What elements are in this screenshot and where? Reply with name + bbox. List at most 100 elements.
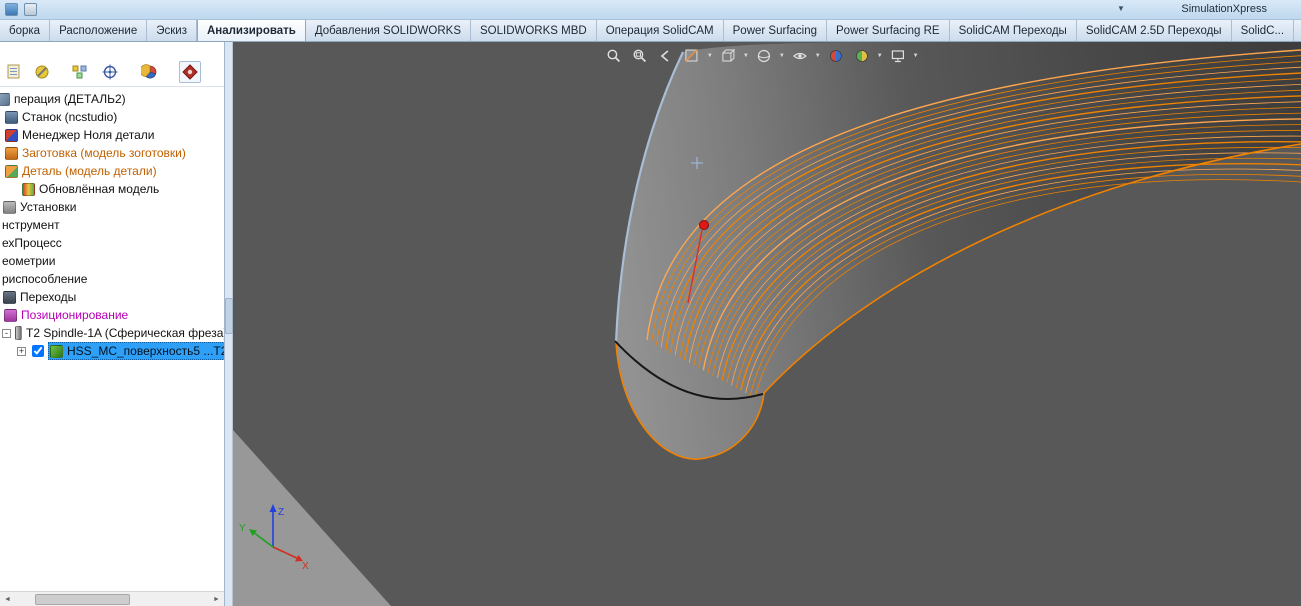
blade-surface[interactable] xyxy=(616,42,1301,460)
viewport-3d[interactable]: Z X Y ▼ ▼ ▼ ▼ ▼ ▼ xyxy=(233,42,1301,606)
tree-item-stock[interactable]: Заготовка (модель зоготовки) xyxy=(0,144,224,162)
dropdown-caret-icon[interactable]: ▼ xyxy=(815,53,821,59)
chevron-down-icon[interactable]: ▼ xyxy=(1117,4,1125,13)
tree-item-techprocess[interactable]: ехПроцесс xyxy=(0,234,224,252)
panel-splitter[interactable] xyxy=(225,42,233,606)
tree-item-label: еометрии xyxy=(2,254,56,268)
tab-truncated-2[interactable]: Sol... xyxy=(1294,20,1301,41)
tool-position-marker[interactable] xyxy=(699,220,709,230)
dropdown-caret-icon[interactable]: ▼ xyxy=(779,53,785,59)
splitter-handle[interactable] xyxy=(225,298,233,334)
scrollbar-track[interactable] xyxy=(15,593,209,606)
featuremanager-tree-icon[interactable] xyxy=(3,61,25,83)
tree-item-updated-model[interactable]: Обновлённая модель xyxy=(0,180,224,198)
tree-item-label: перация (ДЕТАЛЬ2) xyxy=(14,92,126,106)
tab-solidworks-addins[interactable]: Добавления SOLIDWORKS xyxy=(306,20,471,41)
tree-item-spindle-tool[interactable]: - T2 Spindle-1A (Сферическая фреза) xyxy=(0,324,224,342)
section-view-icon[interactable] xyxy=(683,47,701,65)
solidcam-operations-tree: перация (ДЕТАЛЬ2) Станок (ncstudio) Мене… xyxy=(0,87,224,360)
tree-item-label: нструмент xyxy=(2,218,60,232)
taskpane-simulationxpress-label: SimulationXpress xyxy=(1181,3,1267,15)
zoom-area-icon[interactable] xyxy=(631,47,649,65)
tree-item-label: HSS_MC_поверхность5 ...T2 xyxy=(67,344,225,358)
display-style-icon[interactable] xyxy=(755,47,773,65)
edit-appearance-icon[interactable] xyxy=(827,47,845,65)
part-zero-icon xyxy=(5,128,18,142)
tab-solidcam-operation[interactable]: Операция SolidCAM xyxy=(597,20,724,41)
table-corner-surface xyxy=(233,430,391,606)
tree-item-tooling[interactable]: нструмент xyxy=(0,216,224,234)
tree-item-transitions[interactable]: Переходы xyxy=(0,288,224,306)
tree-item-label: Менеджер Ноля детали xyxy=(22,128,155,142)
tab-truncated-1[interactable]: SolidC... xyxy=(1232,20,1295,41)
tab-power-surfacing-re[interactable]: Power Surfacing RE xyxy=(827,20,950,41)
tab-sketch[interactable]: Эскиз xyxy=(147,20,197,41)
view-settings-icon[interactable] xyxy=(889,47,907,65)
tab-power-surfacing[interactable]: Power Surfacing xyxy=(724,20,828,41)
tree-item-label: Позиционирование xyxy=(21,308,129,322)
dropdown-caret-icon[interactable]: ▼ xyxy=(913,53,919,59)
dropdown-caret-icon[interactable]: ▼ xyxy=(743,53,749,59)
view-orientation-icon[interactable] xyxy=(719,47,737,65)
expand-icon[interactable]: + xyxy=(17,346,26,356)
tab-solidworks-mbd[interactable]: SOLIDWORKS MBD xyxy=(471,20,597,41)
feature-manager-panel: перация (ДЕТАЛЬ2) Станок (ncstudio) Мене… xyxy=(0,42,225,606)
tree-item-label: Станок (ncstudio) xyxy=(22,110,118,124)
tab-solidcam-transitions[interactable]: SolidCAM Переходы xyxy=(950,20,1077,41)
tree-item-label: Установки xyxy=(20,200,77,214)
previous-view-icon[interactable] xyxy=(657,47,675,65)
manager-tabs-toolbar xyxy=(0,58,224,87)
tool-icon xyxy=(15,326,22,340)
tree-item-positioning[interactable]: Позиционирование xyxy=(0,306,224,324)
tab-evaluate[interactable]: Анализировать xyxy=(196,20,306,41)
transitions-icon xyxy=(3,290,16,304)
scrollbar-thumb[interactable] xyxy=(35,593,130,605)
tree-item-setups[interactable]: Установки xyxy=(0,198,224,216)
tree-item-label: T2 Spindle-1A (Сферическая фреза) xyxy=(26,326,225,340)
hss-operation-icon xyxy=(50,344,63,358)
triad-z-label: Z xyxy=(278,507,284,518)
tree-item-operation[interactable]: перация (ДЕТАЛЬ2) xyxy=(0,90,224,108)
stock-model-icon xyxy=(5,146,18,160)
tree-item-fixture[interactable]: риспособление xyxy=(0,270,224,288)
propertymanager-icon[interactable] xyxy=(31,61,53,83)
toolbar-mini-icon xyxy=(24,3,37,16)
app-logo-icon xyxy=(5,3,18,16)
tree-item-label: Обновлённая модель xyxy=(39,182,160,196)
collapse-icon[interactable]: - xyxy=(2,328,11,338)
selected-operation[interactable]: HSS_MC_поверхность5 ...T2 xyxy=(48,342,225,360)
target-model-icon xyxy=(5,164,18,178)
window-title-bar: ▼ SimulationXpress xyxy=(0,0,1301,20)
solidcam-manager-icon[interactable] xyxy=(179,61,201,83)
setups-icon xyxy=(3,200,16,214)
tree-item-label: ехПроцесс xyxy=(2,236,62,250)
hide-show-items-icon[interactable] xyxy=(791,47,809,65)
apply-scene-icon[interactable] xyxy=(853,47,871,65)
configurationmanager-icon[interactable] xyxy=(69,61,91,83)
triad-x-label: X xyxy=(302,561,309,572)
positioning-icon xyxy=(4,308,17,322)
tree-item-machine[interactable]: Станок (ncstudio) xyxy=(0,108,224,126)
dropdown-caret-icon[interactable]: ▼ xyxy=(707,53,713,59)
zoom-fit-icon[interactable] xyxy=(605,47,623,65)
tree-item-zero-manager[interactable]: Менеджер Ноля детали xyxy=(0,126,224,144)
scroll-left-icon[interactable]: ◄ xyxy=(0,593,15,606)
tree-item-geometries[interactable]: еометрии xyxy=(0,252,224,270)
tab-assembly[interactable]: борка xyxy=(0,20,51,41)
scroll-right-icon[interactable]: ► xyxy=(209,593,224,606)
operation-checkbox[interactable] xyxy=(32,345,44,357)
ribbon-tab-bar: борка Расположение Эскиз Анализировать Д… xyxy=(0,20,1301,42)
updated-model-icon xyxy=(22,182,35,196)
displaymanager-icon[interactable] xyxy=(139,61,161,83)
tab-layout[interactable]: Расположение xyxy=(50,20,148,41)
dropdown-caret-icon[interactable]: ▼ xyxy=(877,53,883,59)
operation-icon xyxy=(0,92,10,106)
dimxpertmanager-icon[interactable] xyxy=(99,61,121,83)
tab-solidcam-25d[interactable]: SolidCAM 2.5D Переходы xyxy=(1077,20,1232,41)
tree-item-label: риспособление xyxy=(2,272,88,286)
tree-item-operation-surface[interactable]: + HSS_MC_поверхность5 ...T2 xyxy=(0,342,224,360)
tree-item-label: Переходы xyxy=(20,290,77,304)
tree-item-label: Заготовка (модель зоготовки) xyxy=(22,146,186,160)
tree-item-target-model[interactable]: Деталь (модель детали) xyxy=(0,162,224,180)
panel-horizontal-scrollbar[interactable]: ◄ ► xyxy=(0,591,224,606)
